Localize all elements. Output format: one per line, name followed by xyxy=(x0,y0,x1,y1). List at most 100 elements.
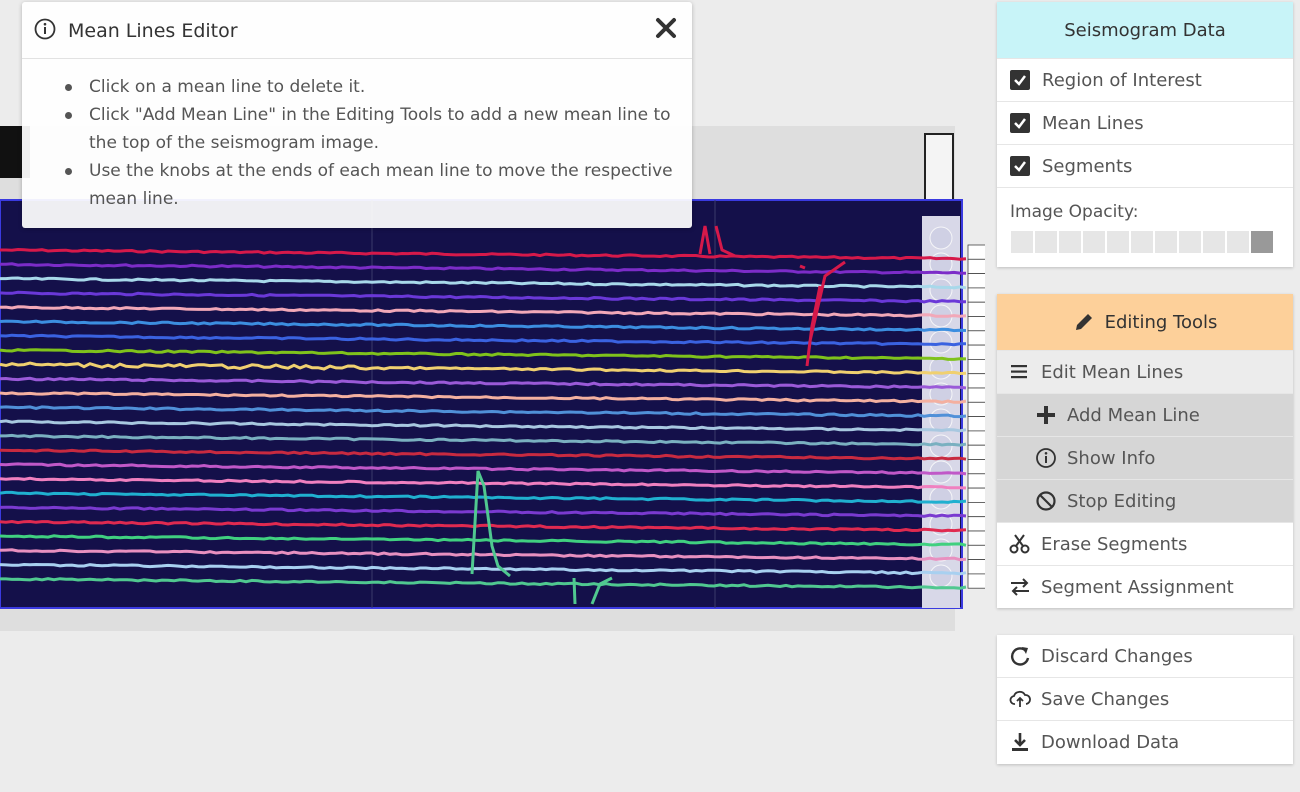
mean-line-handles[interactable] xyxy=(967,244,985,589)
mean-line-knob[interactable] xyxy=(967,501,985,518)
checkbox-checked-icon[interactable] xyxy=(1010,70,1030,90)
menu-label: Discard Changes xyxy=(1041,645,1193,667)
mean-line-knob[interactable] xyxy=(967,316,985,332)
popup-header: Mean Lines Editor xyxy=(22,2,692,59)
exchange-icon xyxy=(1011,578,1029,596)
instruction-list: Click on a mean line to delete it. Click… xyxy=(22,59,692,213)
show-info-button[interactable]: Show Info xyxy=(997,436,1293,479)
mean-line-knob[interactable] xyxy=(967,330,985,346)
mean-line-knob[interactable] xyxy=(967,373,985,389)
mean-line-knob[interactable] xyxy=(967,301,985,317)
mean-line-knob[interactable] xyxy=(967,530,985,546)
punch-hole xyxy=(929,278,953,302)
undo-icon xyxy=(1011,647,1030,666)
mean-line-knob[interactable] xyxy=(967,387,985,403)
opacity-step[interactable] xyxy=(1203,231,1225,253)
toggle-region-of-interest[interactable]: Region of Interest xyxy=(997,58,1293,101)
menu-label: Download Data xyxy=(1041,731,1180,753)
menu-label: Segment Assignment xyxy=(1041,576,1234,598)
mean-line-knob[interactable] xyxy=(967,544,985,560)
mean-line-knob[interactable] xyxy=(967,401,985,417)
mean-line-knob[interactable] xyxy=(967,416,985,432)
mean-line-knob[interactable] xyxy=(967,273,985,289)
opacity-step[interactable] xyxy=(1179,231,1201,253)
mean-line-knob[interactable] xyxy=(967,430,985,446)
image-opacity-row: Image Opacity: xyxy=(997,187,1293,266)
seismogram-data-panel: Seismogram Data Region of Interest Mean … xyxy=(997,2,1293,267)
toggle-mean-lines[interactable]: Mean Lines xyxy=(997,101,1293,144)
opacity-step[interactable] xyxy=(1035,231,1057,253)
opacity-slider[interactable] xyxy=(1011,231,1275,253)
opacity-step[interactable] xyxy=(1131,231,1153,253)
mean-line-knob[interactable] xyxy=(967,559,985,575)
toggle-segments[interactable]: Segments xyxy=(997,144,1293,187)
mean-line-knob[interactable] xyxy=(967,573,985,589)
opacity-step[interactable] xyxy=(1155,231,1177,253)
download-data-button[interactable]: Download Data xyxy=(997,720,1293,763)
instruction-item: Click on a mean line to delete it. xyxy=(65,73,692,101)
mean-lines-editor-popup: Mean Lines Editor Click on a mean line t… xyxy=(22,2,692,228)
opacity-step[interactable] xyxy=(1227,231,1249,253)
mean-line-knob[interactable] xyxy=(967,344,985,360)
punch-hole xyxy=(929,330,953,354)
editing-tools-title: Editing Tools xyxy=(1104,311,1218,333)
menu-label: Save Changes xyxy=(1041,688,1170,710)
discard-changes-button[interactable]: Discard Changes xyxy=(997,635,1293,677)
mean-line-knob[interactable] xyxy=(967,487,985,503)
instruction-item: Use the knobs at the ends of each mean l… xyxy=(65,157,692,213)
popup-title: Mean Lines Editor xyxy=(68,20,238,42)
edit-mean-lines-button[interactable]: Edit Mean Lines xyxy=(997,350,1293,393)
editing-tools-header: Editing Tools xyxy=(997,294,1293,350)
mean-line-knob[interactable] xyxy=(967,459,985,475)
editing-tools-panel: Editing Tools Edit Mean Lines Add Mean L… xyxy=(997,294,1293,608)
opacity-step[interactable] xyxy=(1107,231,1129,253)
toggle-label: Segments xyxy=(1042,155,1133,177)
ban-icon xyxy=(1036,491,1056,511)
opacity-step[interactable] xyxy=(1011,231,1033,253)
region-of-interest xyxy=(0,200,962,608)
opacity-step[interactable] xyxy=(1059,231,1081,253)
erase-segments-button[interactable]: Erase Segments xyxy=(997,522,1293,565)
stop-editing-button[interactable]: Stop Editing xyxy=(997,479,1293,522)
mean-line-knob[interactable] xyxy=(967,444,985,460)
info-icon xyxy=(1036,448,1056,468)
download-icon xyxy=(1012,733,1028,751)
add-mean-line-button[interactable]: Add Mean Line xyxy=(997,393,1293,436)
punch-hole xyxy=(929,486,953,510)
pencil-icon xyxy=(1075,314,1092,330)
menu-label: Erase Segments xyxy=(1041,533,1188,555)
menu-label: Show Info xyxy=(1067,447,1156,469)
info-icon xyxy=(34,18,56,40)
mean-line-knob[interactable] xyxy=(967,287,985,303)
image-opacity-label: Image Opacity: xyxy=(1010,202,1139,222)
close-icon[interactable] xyxy=(652,14,680,42)
seismogram-data-header: Seismogram Data xyxy=(997,2,1293,58)
menu-label: Add Mean Line xyxy=(1067,404,1200,426)
instruction-item: Click "Add Mean Line" in the Editing Too… xyxy=(65,101,692,157)
punch-hole xyxy=(929,226,953,250)
mean-line-knob[interactable] xyxy=(967,473,985,489)
actions-panel: Discard Changes Save Changes Download Da… xyxy=(997,635,1293,764)
checkbox-checked-icon[interactable] xyxy=(1010,156,1030,176)
punch-hole xyxy=(929,564,953,588)
scissors-icon xyxy=(1009,534,1030,554)
menu-label: Edit Mean Lines xyxy=(1041,361,1184,383)
mean-line-knob[interactable] xyxy=(967,358,985,375)
popup-body: Click on a mean line to delete it. Click… xyxy=(22,59,692,213)
mean-line-knob[interactable] xyxy=(967,516,985,532)
opacity-step[interactable] xyxy=(1251,231,1273,253)
mean-line-knob[interactable] xyxy=(967,244,985,260)
menu-icon xyxy=(1011,365,1027,379)
mean-line-knob[interactable] xyxy=(967,258,985,275)
station-stamp xyxy=(924,133,954,205)
checkbox-checked-icon[interactable] xyxy=(1010,113,1030,133)
menu-label: Stop Editing xyxy=(1067,490,1177,512)
cloud-upload-icon xyxy=(1009,690,1031,707)
opacity-step[interactable] xyxy=(1083,231,1105,253)
save-changes-button[interactable]: Save Changes xyxy=(997,677,1293,720)
toggle-label: Region of Interest xyxy=(1042,69,1202,91)
plus-icon xyxy=(1037,406,1055,424)
segment-assignment-button[interactable]: Segment Assignment xyxy=(997,565,1293,608)
toggle-label: Mean Lines xyxy=(1042,112,1144,134)
punch-hole xyxy=(929,408,953,432)
